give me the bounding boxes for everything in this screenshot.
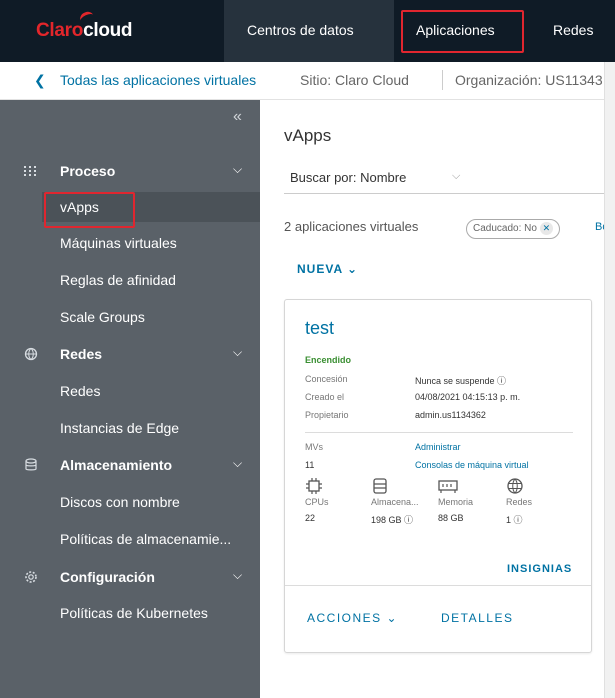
- breadcrumb: ❮ Todas las aplicaciones virtuales Sitio…: [0, 62, 615, 100]
- memory-icon: [438, 477, 458, 495]
- breadcrumb-back-link[interactable]: Todas las aplicaciones virtuales: [60, 72, 256, 88]
- storage-icon: [371, 477, 389, 495]
- collapse-sidebar-icon[interactable]: «: [233, 108, 242, 126]
- vapp-card: test Encendido Concesión Nunca se suspen…: [284, 299, 592, 653]
- owner-value: admin.us1134362: [415, 410, 486, 420]
- new-vapp-button[interactable]: NUEVA ⌄: [297, 262, 358, 276]
- chevron-down-icon[interactable]: ⌵: [233, 456, 242, 471]
- vm-consoles-link[interactable]: Consolas de máquina virtual: [415, 460, 529, 470]
- sidebar-item-politicas-de-kubernetes[interactable]: Políticas de Kubernetes: [60, 605, 208, 621]
- sidebar-item-maquinas-virtuales[interactable]: Máquinas virtuales: [60, 235, 177, 251]
- badges-link[interactable]: INSIGNIAS: [507, 563, 572, 575]
- chevron-down-icon[interactable]: ⌵: [233, 568, 242, 583]
- chevron-down-icon[interactable]: ⌵: [233, 345, 242, 360]
- sidebar-item-instancias-de-edge[interactable]: Instancias de Edge: [60, 420, 179, 436]
- resource-memory: Memoria 88 GB: [438, 477, 498, 523]
- sidebar: « Proceso ⌵ vApps Máquinas virtuales Reg…: [0, 100, 260, 698]
- breadcrumb-divider: [442, 70, 443, 90]
- nav-centros-de-datos[interactable]: Centros de datos: [247, 22, 354, 38]
- resource-networks: Redes 1 ⓘ: [506, 477, 566, 526]
- cpu-icon: [305, 477, 323, 495]
- status-badge: Encendido: [305, 355, 352, 365]
- sidebar-section-redes[interactable]: Redes ⌵: [0, 341, 260, 371]
- brand-logo[interactable]: Clarocloud: [36, 9, 133, 42]
- created-key: Creado el: [305, 392, 345, 402]
- created-value: 04/08/2021 04:15:13 p. m.: [415, 392, 521, 402]
- card-divider: [305, 432, 573, 433]
- card-footer-divider: [285, 585, 591, 586]
- vapp-count: 2 aplicaciones virtuales: [284, 219, 419, 234]
- filter-chip-label: Caducado: No: [473, 223, 537, 234]
- sidebar-section-label: Proceso: [60, 163, 116, 179]
- sidebar-item-scale-groups[interactable]: Scale Groups: [60, 309, 145, 325]
- sidebar-item-reglas-de-afinidad[interactable]: Reglas de afinidad: [60, 272, 176, 288]
- breadcrumb-org: Organización: US11343: [455, 72, 603, 88]
- sidebar-item-discos-con-nombre[interactable]: Discos con nombre: [60, 494, 180, 510]
- network-icon: [506, 477, 524, 495]
- database-icon: [25, 458, 37, 471]
- sidebar-section-label: Configuración: [60, 569, 155, 585]
- sidebar-section-configuracion[interactable]: Configuración ⌵: [0, 564, 260, 594]
- vm-count: 11: [305, 460, 315, 470]
- grid-icon: [24, 166, 36, 176]
- gear-icon: [25, 571, 37, 583]
- sidebar-section-label: Almacenamiento: [60, 457, 173, 473]
- nav-redes[interactable]: Redes: [553, 22, 593, 38]
- close-icon[interactable]: ✕: [539, 222, 553, 235]
- vm-key: MVs: [305, 442, 323, 452]
- lease-value: Nunca se suspende ⓘ: [415, 376, 507, 386]
- sidebar-item-redes[interactable]: Redes: [60, 383, 100, 399]
- filter-chip-caducado[interactable]: Caducado: No ✕: [466, 219, 560, 239]
- sidebar-section-label: Redes: [60, 346, 103, 362]
- back-chevron-icon[interactable]: ❮: [34, 72, 46, 89]
- page-title: vApps: [284, 126, 332, 145]
- sidebar-section-proceso[interactable]: Proceso ⌵: [0, 158, 260, 188]
- network-icon: [24, 347, 38, 361]
- chevron-down-icon: ⌄: [347, 262, 359, 276]
- owner-key: Propietario: [305, 410, 349, 420]
- annotation-highlight-vapps: [44, 192, 135, 228]
- scrollbar[interactable]: [604, 62, 615, 698]
- annotation-highlight-apps: [401, 10, 524, 53]
- manage-vms-link[interactable]: Administrar: [415, 442, 461, 452]
- actions-button[interactable]: ACCIONES ⌄: [307, 611, 398, 625]
- search-by-label: Buscar por: Nombre: [290, 170, 407, 185]
- lease-key: Concesión: [305, 374, 348, 384]
- resource-cpus: CPUs 22: [305, 477, 365, 523]
- search-by-dropdown[interactable]: Buscar por: Nombre ⌵: [284, 160, 604, 194]
- sidebar-item-politicas-de-almacenamiento[interactable]: Políticas de almacenamie...: [60, 531, 231, 547]
- top-navbar: Clarocloud Centros de datos Aplicaciones…: [0, 0, 615, 62]
- details-button[interactable]: DETALLES: [441, 611, 513, 625]
- sidebar-section-almacenamiento[interactable]: Almacenamiento ⌵: [0, 452, 260, 482]
- breadcrumb-site: Sitio: Claro Cloud: [300, 72, 409, 88]
- chevron-down-icon: ⌵: [452, 170, 461, 182]
- chevron-down-icon[interactable]: ⌵: [233, 162, 242, 177]
- resource-storage: Almacena... 198 GB ⓘ: [371, 477, 431, 526]
- chevron-down-icon: ⌄: [386, 611, 399, 625]
- vapp-name[interactable]: test: [305, 318, 334, 339]
